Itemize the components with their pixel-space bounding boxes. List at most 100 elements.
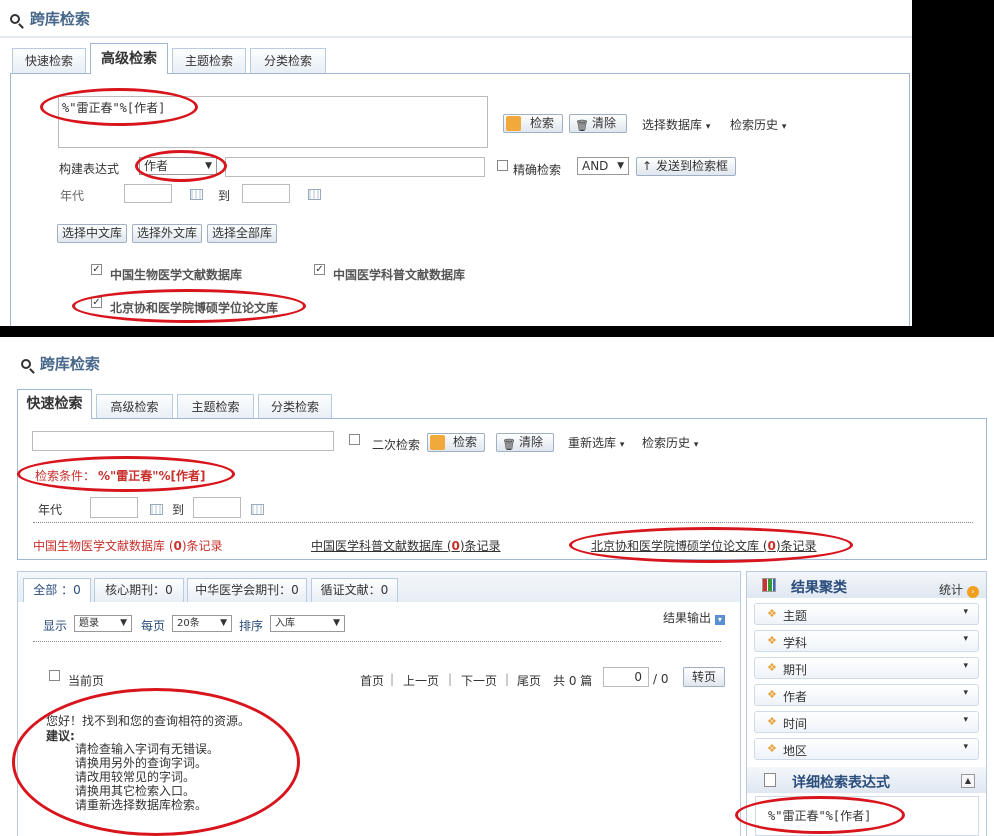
pager-sep: | [505, 672, 510, 686]
calendar-icon[interactable] [150, 504, 163, 515]
tab-advanced-search[interactable]: 高级检索 [96, 394, 173, 419]
chevron-down-icon: ▾ [963, 688, 968, 698]
result-tab-core[interactable]: 核心期刊：0 [94, 578, 184, 602]
chevron-down-icon: ▾ [963, 607, 968, 617]
pager-sep: | [390, 672, 395, 686]
db-count-2[interactable]: 中国医学科普文献数据库 (0)条记录 [311, 537, 501, 554]
select-db-link[interactable]: 选择数据库 ▾ [642, 116, 710, 133]
pager-prev[interactable]: 上一页 [403, 672, 439, 689]
exact-search-checkbox[interactable] [497, 160, 508, 171]
db-count-suffix: )条记录 [775, 539, 817, 553]
chevron-down-icon: ▾ [963, 661, 968, 671]
tab-advanced-search[interactable]: 高级检索 [90, 43, 168, 74]
year-to-input[interactable] [193, 497, 241, 518]
chevron-down-icon: ▾ [693, 440, 699, 450]
year-from-input[interactable] [124, 184, 172, 203]
facet-label: 时间 [783, 717, 808, 731]
search-button-label: 检索 [452, 435, 477, 449]
display-select[interactable]: 题录 ▼ [74, 615, 132, 632]
current-page-checkbox[interactable] [49, 670, 60, 681]
tab-topic-search[interactable]: 主题检索 [172, 48, 246, 73]
divider [33, 522, 973, 523]
search-button[interactable]: 检索 [503, 114, 563, 133]
suggest-title: 建议: [46, 729, 75, 743]
per-page-select[interactable]: 20条 ▼ [172, 615, 232, 632]
calendar-icon[interactable] [308, 189, 321, 200]
year-from-input[interactable] [90, 497, 138, 518]
clear-button[interactable]: 🗑 清除 [569, 114, 627, 133]
dropdown-arrow-icon: ▼ [120, 618, 127, 628]
db-count-number: 0 [767, 539, 776, 553]
tab-quick-search[interactable]: 快速检索 [12, 48, 86, 73]
trash-icon: 🗑 [502, 438, 516, 451]
collapse-icon[interactable]: ▲ [961, 774, 975, 788]
search-history-link[interactable]: 检索历史 ▾ [642, 434, 698, 451]
go-page-button[interactable]: 转页 [683, 667, 725, 687]
year-label: 年代 [38, 503, 63, 517]
facet-region[interactable]: ❖ 地区 ▾ [754, 738, 979, 760]
db-count-3[interactable]: 北京协和医学院博硕学位论文库 (0)条记录 [591, 537, 817, 554]
pager-last[interactable]: 尾页 [517, 672, 541, 689]
db-count-suffix: )条记录 [181, 539, 223, 553]
sort-select[interactable]: 入库 ▼ [270, 615, 345, 632]
tab-quick-search[interactable]: 快速检索 [17, 389, 92, 419]
field-select[interactable]: 作者 ▼ [139, 157, 217, 175]
tab-topic-search[interactable]: 主题检索 [177, 394, 254, 419]
document-search-icon [764, 773, 776, 787]
condition-label: 检索条件： [35, 469, 96, 483]
facet-topic[interactable]: ❖ 主题 ▾ [754, 603, 979, 625]
result-tab-cma[interactable]: 中华医学会期刊：0 [187, 578, 307, 602]
db-count-1[interactable]: 中国生物医学文献数据库 (0)条记录 [33, 537, 223, 554]
diamond-icon: ❖ [767, 688, 777, 701]
dropdown-arrow-icon: ▼ [220, 618, 227, 628]
page-number-input[interactable]: 0 [603, 667, 649, 687]
db-count-suffix: )条记录 [459, 539, 501, 553]
query-text: %"雷正春"%[作者] [62, 101, 166, 115]
calendar-icon[interactable] [251, 504, 264, 515]
pager-next[interactable]: 下一页 [461, 672, 497, 689]
search-history-label: 检索历史 [642, 436, 691, 450]
search-history-label: 检索历史 [730, 118, 779, 132]
divider [0, 36, 912, 38]
diamond-icon: ❖ [767, 661, 777, 674]
tab-category-search[interactable]: 分类检索 [250, 48, 326, 73]
year-to-input[interactable] [242, 184, 290, 203]
query-textarea[interactable]: %"雷正春"%[作者] [58, 96, 488, 148]
db-checkbox-3[interactable]: ✓ [91, 297, 102, 308]
select-chinese-db-button[interactable]: 选择中文库 [57, 224, 127, 243]
stats-link[interactable]: 统计 › [939, 581, 979, 598]
search-history-link[interactable]: 检索历史 ▾ [730, 116, 786, 133]
facet-journal[interactable]: ❖ 期刊 ▾ [754, 657, 979, 679]
result-tab-evidence[interactable]: 循证文献：0 [311, 578, 398, 602]
expression-input[interactable] [225, 157, 485, 177]
display-select-value: 题录 [79, 618, 99, 629]
result-tab-all[interactable]: 全部 ：0 [23, 578, 91, 602]
facet-time[interactable]: ❖ 时间 ▾ [754, 711, 979, 733]
logic-select[interactable]: AND ▼ [577, 157, 629, 175]
db-count-name: 中国医学科普文献数据库 ( [311, 539, 452, 553]
stats-label: 统计 [939, 583, 964, 597]
pager-total: 共 0 篇 [553, 674, 593, 688]
sort-label: 排序 [239, 619, 264, 633]
db-checkbox-1[interactable]: ✓ [91, 264, 102, 275]
export-link[interactable]: 结果输出 ▾ [663, 609, 725, 626]
calendar-icon[interactable] [190, 189, 203, 200]
select-foreign-db-button[interactable]: 选择外文库 [132, 224, 202, 243]
search-button[interactable]: 检索 [427, 433, 485, 452]
facet-author[interactable]: ❖ 作者 ▾ [754, 684, 979, 706]
db-checkbox-2[interactable]: ✓ [314, 264, 325, 275]
clear-button-label: 清除 [518, 435, 543, 449]
pager-first[interactable]: 首页 [360, 672, 384, 689]
tab-category-search[interactable]: 分类检索 [258, 394, 332, 419]
select-all-db-button[interactable]: 选择全部库 [207, 224, 277, 243]
send-to-search-button[interactable]: ↑ 发送到检索框 [636, 157, 736, 176]
diamond-icon: ❖ [767, 634, 777, 647]
quick-search-input[interactable] [32, 431, 334, 451]
secondary-search-checkbox[interactable] [349, 434, 360, 445]
suggestion-5: 请重新选择数据库检索。 [75, 798, 208, 812]
current-page-label: 当前页 [68, 674, 105, 688]
build-expression-label: 构建表达式 [59, 162, 120, 176]
clear-button[interactable]: 🗑 清除 [496, 433, 554, 452]
facet-subject[interactable]: ❖ 学科 ▾ [754, 630, 979, 652]
reselect-db-link[interactable]: 重新选库 ▾ [568, 434, 624, 451]
